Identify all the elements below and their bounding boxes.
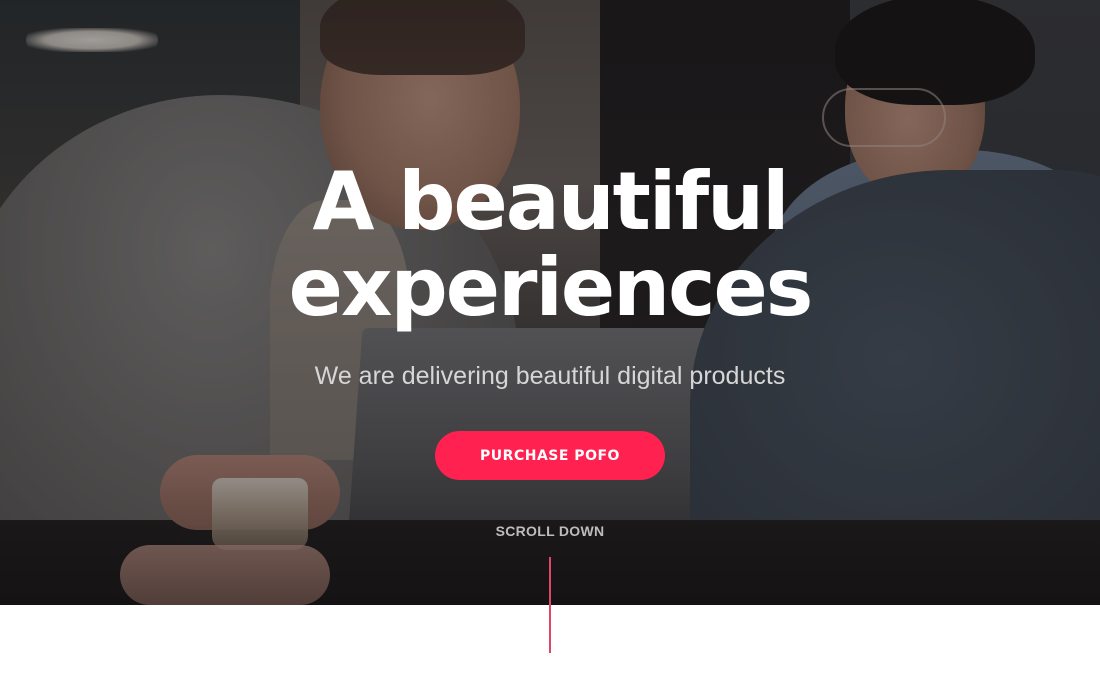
hero-content: A beautiful experiences We are deliverin… <box>0 0 1100 605</box>
scroll-down-link[interactable]: SCROLL DOWN <box>0 523 1100 539</box>
purchase-button[interactable]: PURCHASE POFO <box>435 431 665 480</box>
hero-subtitle: We are delivering beautiful digital prod… <box>314 362 786 390</box>
hero-section: A beautiful experiences We are deliverin… <box>0 0 1100 605</box>
hero-title-line-2: experiences <box>288 241 814 334</box>
scroll-indicator-line <box>549 557 551 653</box>
hero-title-line-1: A beautiful <box>312 155 789 248</box>
